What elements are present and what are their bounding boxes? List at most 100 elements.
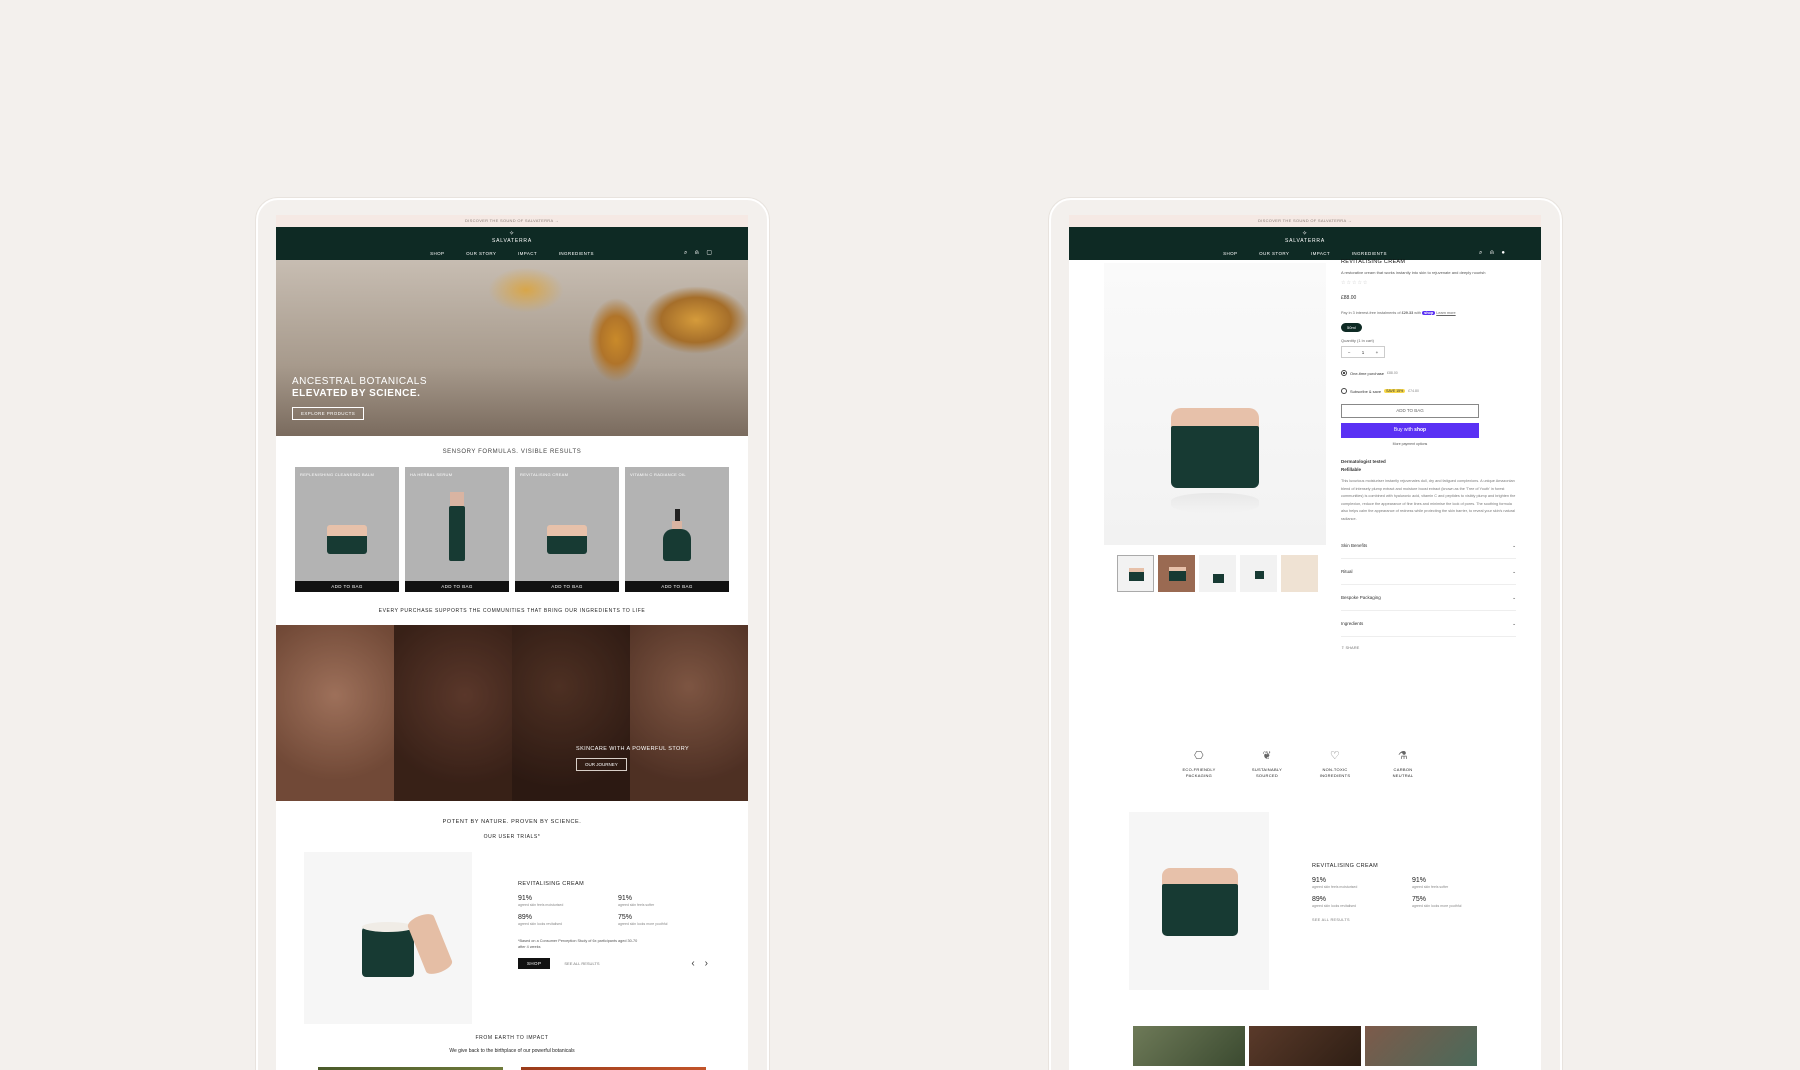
thumbnail[interactable] xyxy=(1281,555,1318,592)
radio-button[interactable] xyxy=(1341,370,1347,376)
add-to-bag-button[interactable]: ADD TO BAG xyxy=(515,581,619,592)
long-description: This luxurious moisturiser instantly rej… xyxy=(1341,479,1516,521)
stats-grid: 91% agreed skin feels moisturised 91% agre… xyxy=(1312,877,1512,908)
announcement-bar[interactable]: DISCOVER THE SOUND OF SALVATERRA → xyxy=(276,215,748,227)
save-badge: SAVE 15% xyxy=(1384,389,1406,393)
product-description: A restorative cream that works instantly… xyxy=(1341,270,1486,275)
nav-ingredients[interactable]: INGREDIENTS xyxy=(1352,251,1387,256)
carousel-arrows: ‹› xyxy=(691,958,718,969)
jar-image xyxy=(547,525,587,554)
logo[interactable]: ✧ SALVATERRA xyxy=(1069,231,1541,244)
trial-results: REVITALISING CREAM 91% agreed skin feels … xyxy=(518,881,718,969)
more-payment-options-link[interactable]: More payment options xyxy=(1341,442,1479,446)
learn-more-link[interactable]: Learn more xyxy=(1436,311,1455,315)
add-to-bag-button[interactable]: ADD TO BAG xyxy=(1341,404,1479,418)
story-banner: SKINCARE WITH A POWERFUL STORY OUR JOURN… xyxy=(276,625,748,801)
thumbnail[interactable] xyxy=(1240,555,1277,592)
accordion-ritual[interactable]: Ritual ⌄ xyxy=(1341,559,1516,585)
account-icon[interactable]: ⍝ xyxy=(1490,250,1494,256)
radio-button[interactable] xyxy=(1341,388,1347,394)
header-nav: ✧ SALVATERRA SHOP OUR STORY IMPACT INGRED… xyxy=(276,227,748,260)
hero-banner: ANCESTRAL BOTANICALS ELEVATED BY SCIENCE.… xyxy=(276,260,748,436)
our-journey-button[interactable]: OUR JOURNEY xyxy=(576,758,627,771)
stat: 91% agreed skin feels moisturised xyxy=(1312,877,1358,889)
quantity-value[interactable]: 1 xyxy=(1362,350,1365,355)
nav-shop[interactable]: SHOP xyxy=(430,251,444,256)
product-screen: DISCOVER THE SOUND OF SALVATERRA → ✧ SALV… xyxy=(1069,215,1541,1070)
trial-actions: SHOP SEE ALL RESULTS ‹› xyxy=(518,958,718,969)
botanical-image xyxy=(1133,1026,1245,1066)
community-text: EVERY PURCHASE SUPPORTS THE COMMUNITIES … xyxy=(378,608,646,614)
search-icon[interactable]: ⌕ xyxy=(684,250,687,256)
stats-grid: 91% agreed skin feels moisturised 91% agre… xyxy=(518,895,718,926)
stat: 91% agreed skin feels softer xyxy=(618,895,655,907)
explore-products-button[interactable]: EXPLORE PRODUCTS xyxy=(292,407,365,420)
product-card[interactable]: HA HERBAL SERUM ADD TO BAG xyxy=(405,467,509,592)
add-to-bag-button[interactable]: ADD TO BAG xyxy=(295,581,399,592)
accordion-skin-benefits[interactable]: Skin Benefits ⌄ xyxy=(1341,533,1516,559)
stat: 75% agreed skin looks more youthful xyxy=(618,914,668,926)
product-grid: REPLENISHING CLEANSING BALM ADD TO BAG H… xyxy=(295,467,729,592)
product-card[interactable]: VITAMIN C RADIANCE OIL ADD TO BAG xyxy=(625,467,729,592)
see-all-results-link[interactable]: SEE ALL RESULTS xyxy=(564,961,599,966)
product-price: £88.00 xyxy=(1341,295,1357,301)
share-button[interactable]: ⇪ SHARE xyxy=(1341,645,1516,650)
thumbnail-strip xyxy=(1117,555,1318,592)
stat: 89% agreed skin looks revitalised xyxy=(518,914,562,926)
chevron-down-icon: ⌄ xyxy=(1512,568,1516,574)
accordion-bespoke-packaging[interactable]: Bespoke Packaging ⌄ xyxy=(1341,585,1516,611)
see-all-results-link[interactable]: SEE ALL RESULTS xyxy=(1312,918,1512,922)
feature-item: ⚗ CARBON NEUTRAL xyxy=(1383,750,1423,779)
nav-our-story[interactable]: OUR STORY xyxy=(1259,251,1289,256)
main-product-image[interactable] xyxy=(1104,263,1326,545)
decrease-button[interactable]: − xyxy=(1348,350,1351,355)
nav-shop[interactable]: SHOP xyxy=(1223,251,1237,256)
subscribe-option[interactable]: Subscribe & save SAVE 15% £74.80 xyxy=(1341,388,1516,394)
stat: 75% agreed skin looks more youthful xyxy=(1412,896,1462,908)
hero-headline: ANCESTRAL BOTANICALS ELEVATED BY SCIENCE. xyxy=(292,376,428,399)
logo[interactable]: ✧ SALVATERRA xyxy=(276,231,748,244)
accordion-list: Skin Benefits ⌄ Ritual ⌄ Bespoke Packaging… xyxy=(1341,533,1516,637)
size-option[interactable]: 50ml xyxy=(1341,323,1362,332)
shop-pay-badge: shop xyxy=(1422,311,1436,315)
product-card[interactable]: REPLENISHING CLEANSING BALM ADD TO BAG xyxy=(295,467,399,592)
account-icon[interactable]: ⍝ xyxy=(695,250,699,256)
add-to-bag-button[interactable]: ADD TO BAG xyxy=(405,581,509,592)
buy-with-shop-button[interactable]: Buy with shop xyxy=(1341,423,1479,438)
botanical-image xyxy=(1365,1026,1477,1066)
bag-icon[interactable]: ● xyxy=(1501,250,1505,256)
quantity-label: Quantity (1 in cart) xyxy=(1341,338,1374,343)
product-card[interactable]: REVITALISING CREAM ADD TO BAG xyxy=(515,467,619,592)
announcement-bar[interactable]: DISCOVER THE SOUND OF SALVATERRA → xyxy=(1069,215,1541,227)
one-time-option[interactable]: One-time purchase £88.00 xyxy=(1341,370,1516,376)
increase-button[interactable]: + xyxy=(1376,350,1379,355)
shop-button[interactable]: SHOP xyxy=(518,958,551,969)
product-name: REVITALISING CREAM xyxy=(520,472,569,477)
nav-our-story[interactable]: OUR STORY xyxy=(466,251,496,256)
accordion-ingredients[interactable]: Ingredients ⌄ xyxy=(1341,611,1516,637)
products-heading: SENSORY FORMULAS. VISIBLE RESULTS xyxy=(442,449,582,455)
thumbnail[interactable] xyxy=(1199,555,1236,592)
leaf-icon: ❦ xyxy=(1262,750,1272,762)
stat: 89% agreed skin looks revitalised xyxy=(1312,896,1356,908)
search-icon[interactable]: ⌕ xyxy=(1479,250,1482,256)
trial-results: REVITALISING CREAM 91% agreed skin feels … xyxy=(1312,863,1512,922)
thumbnail[interactable] xyxy=(1158,555,1195,592)
thumbnail[interactable] xyxy=(1117,555,1154,592)
bag-icon[interactable]: ▢ xyxy=(706,250,712,256)
box-icon: ⎔ xyxy=(1194,750,1204,762)
installments-text: Pay in 3 interest-free instalments of £2… xyxy=(1341,311,1456,315)
flask-icon: ⚗ xyxy=(1397,750,1409,762)
trial-product-image xyxy=(1129,812,1269,990)
chevron-left-icon[interactable]: ‹ xyxy=(691,958,704,969)
chevron-right-icon[interactable]: › xyxy=(705,958,718,969)
nav-impact[interactable]: IMPACT xyxy=(518,251,537,256)
feature-item: ⎔ ECO-FRIENDLY PACKAGING xyxy=(1179,750,1219,779)
nav-ingredients[interactable]: INGREDIENTS xyxy=(559,251,594,256)
nav-impact[interactable]: IMPACT xyxy=(1311,251,1330,256)
add-to-bag-button[interactable]: ADD TO BAG xyxy=(625,581,729,592)
product-name: REPLENISHING CLEANSING BALM xyxy=(300,472,375,477)
feature-icons: ⎔ ECO-FRIENDLY PACKAGING ❦ SUSTAINABLY SOURC… xyxy=(1179,750,1423,779)
star-rating[interactable]: ☆☆☆☆☆ xyxy=(1341,280,1516,286)
bottom-images xyxy=(1133,1026,1477,1066)
